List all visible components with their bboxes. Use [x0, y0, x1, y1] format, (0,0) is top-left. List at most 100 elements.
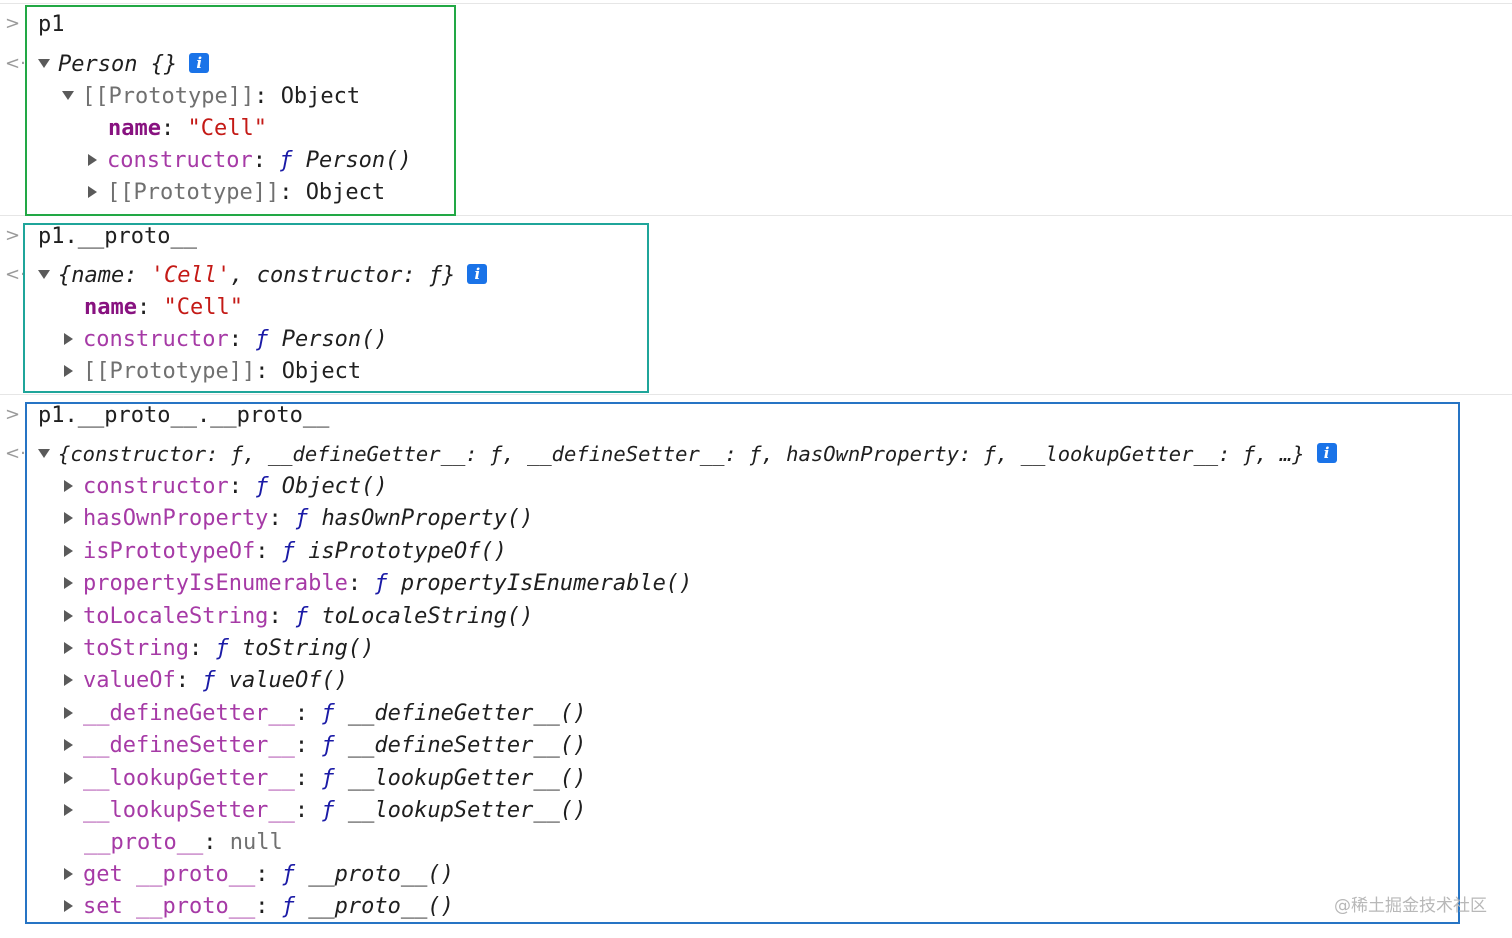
- property-row[interactable]: get __proto__: ƒ __proto__(): [64, 859, 454, 891]
- triangle-right-icon[interactable]: [88, 185, 97, 198]
- property-value: propertyIsEnumerable(): [400, 571, 693, 596]
- triangle-right-icon[interactable]: [64, 867, 73, 880]
- console-separator: [0, 3, 1512, 4]
- return-arrow-icon: <·: [5, 443, 26, 464]
- triangle-down-icon[interactable]: [38, 59, 50, 68]
- property-value: valueOf(): [228, 668, 348, 693]
- property-value: hasOwnProperty(): [321, 506, 534, 531]
- property-separator: :: [255, 359, 282, 384]
- property-separator: :: [228, 474, 256, 499]
- property-separator: :: [268, 604, 295, 629]
- property-row[interactable]: constructor: ƒ Person(): [64, 324, 388, 356]
- property-separator: :: [255, 539, 282, 564]
- property-value: Object: [280, 84, 361, 109]
- property-value: __defineGetter__(): [347, 701, 587, 726]
- console-input-line[interactable]: p1.__proto__: [38, 221, 197, 253]
- triangle-right-icon[interactable]: [64, 609, 73, 622]
- property-value: Object: [305, 180, 386, 205]
- triangle-right-icon[interactable]: [64, 738, 73, 751]
- property-row[interactable]: constructor: ƒ Person(): [88, 145, 412, 177]
- property-separator: :: [252, 148, 280, 173]
- property-key: [[Prototype]]: [83, 359, 256, 384]
- property-separator: :: [294, 733, 322, 758]
- triangle-right-icon[interactable]: [64, 332, 73, 345]
- property-value: Object(): [281, 474, 388, 499]
- triangle-right-icon[interactable]: [64, 899, 73, 912]
- info-icon[interactable]: i: [189, 53, 210, 73]
- triangle-right-icon[interactable]: [64, 364, 73, 377]
- property-value: __lookupGetter__(): [347, 766, 587, 791]
- class-name: Person: [58, 52, 138, 77]
- property-key: [[Prototype]]: [107, 180, 280, 205]
- property-row[interactable]: hasOwnProperty: ƒ hasOwnProperty(): [64, 503, 533, 535]
- property-row[interactable]: toLocaleString: ƒ toLocaleString(): [64, 601, 533, 633]
- property-value: toString(): [241, 636, 375, 661]
- property-value: isPrototypeOf(): [308, 539, 507, 564]
- function-icon: ƒ: [255, 474, 269, 499]
- console-separator: [0, 394, 1512, 395]
- triangle-right-icon[interactable]: [64, 706, 73, 719]
- property-row[interactable]: __lookupSetter__: ƒ __lookupSetter__(): [64, 795, 586, 827]
- summary-open: {name:: [58, 263, 151, 288]
- property-row[interactable]: toString: ƒ toString(): [64, 633, 374, 665]
- property-key: constructor: [83, 327, 229, 352]
- prototype-row[interactable]: [[Prototype]]: Object: [88, 177, 385, 209]
- property-row[interactable]: constructor: ƒ Object(): [64, 471, 388, 503]
- property-value: __proto__(): [308, 862, 454, 887]
- function-icon: ƒ: [294, 506, 309, 531]
- function-icon: ƒ: [294, 604, 309, 629]
- property-row[interactable]: propertyIsEnumerable: ƒ propertyIsEnumer…: [64, 568, 692, 600]
- triangle-right-icon[interactable]: [64, 641, 73, 654]
- triangle-down-icon[interactable]: [62, 91, 74, 100]
- object-summary[interactable]: {constructor: ƒ, __defineGetter__: ƒ, __…: [38, 438, 1337, 470]
- property-key: [[Prototype]]: [82, 84, 255, 109]
- triangle-right-icon[interactable]: [64, 803, 73, 816]
- property-value: __lookupSetter__(): [347, 798, 587, 823]
- input-text: p1: [38, 12, 65, 37]
- property-row[interactable]: isPrototypeOf: ƒ isPrototypeOf(): [64, 536, 507, 568]
- property-value: Person(): [305, 148, 412, 173]
- object-summary[interactable]: Person {} i: [38, 49, 210, 81]
- triangle-right-icon[interactable]: [64, 576, 73, 589]
- property-key: __lookupGetter__: [83, 766, 295, 791]
- property-key: name: [84, 295, 137, 320]
- input-prompt-icon: >: [5, 225, 21, 246]
- info-icon[interactable]: i: [1316, 443, 1337, 463]
- property-key: hasOwnProperty: [83, 506, 269, 531]
- property-key: __lookupSetter__: [83, 798, 295, 823]
- triangle-right-icon[interactable]: [64, 511, 73, 524]
- property-value: Person(): [281, 327, 388, 352]
- prototype-row[interactable]: [[Prototype]]: Object: [64, 356, 361, 388]
- return-arrow-icon: <·: [5, 264, 26, 285]
- property-row[interactable]: __defineGetter__: ƒ __defineGetter__(): [64, 698, 586, 730]
- function-icon: ƒ: [281, 862, 295, 887]
- triangle-down-icon[interactable]: [38, 270, 50, 279]
- triangle-right-icon[interactable]: [64, 479, 73, 492]
- property-separator: :: [294, 798, 322, 823]
- triangle-down-icon[interactable]: [38, 449, 50, 458]
- property-key: __proto__: [84, 830, 204, 855]
- triangle-right-icon[interactable]: [64, 771, 73, 784]
- property-separator: :: [254, 84, 281, 109]
- input-prompt-icon: >: [5, 404, 21, 425]
- triangle-right-icon[interactable]: [64, 673, 73, 686]
- info-icon[interactable]: i: [467, 264, 488, 284]
- summary-close: , constructor: ƒ}: [230, 263, 456, 288]
- property-row[interactable]: __defineSetter__: ƒ __defineSetter__(): [64, 730, 586, 762]
- triangle-right-icon[interactable]: [64, 544, 73, 557]
- property-row: name: "Cell": [84, 292, 243, 324]
- property-key: valueOf: [83, 668, 176, 693]
- property-row[interactable]: __lookupGetter__: ƒ __lookupGetter__(): [64, 763, 586, 795]
- property-value: __proto__(): [308, 894, 454, 919]
- input-text: p1.__proto__: [38, 224, 197, 249]
- property-key: __defineGetter__: [83, 701, 295, 726]
- property-row[interactable]: valueOf: ƒ valueOf(): [64, 665, 348, 697]
- object-summary[interactable]: {name: 'Cell', constructor: ƒ} i: [38, 260, 488, 292]
- triangle-right-icon[interactable]: [88, 153, 97, 166]
- console-input-line[interactable]: p1: [38, 9, 65, 41]
- property-row[interactable]: set __proto__: ƒ __proto__(): [64, 891, 454, 923]
- console-input-line[interactable]: p1.__proto__.__proto__: [38, 400, 329, 432]
- prototype-row[interactable]: [[Prototype]]: Object: [62, 81, 360, 113]
- property-key: isPrototypeOf: [83, 539, 256, 564]
- property-value: toLocaleString(): [321, 604, 534, 629]
